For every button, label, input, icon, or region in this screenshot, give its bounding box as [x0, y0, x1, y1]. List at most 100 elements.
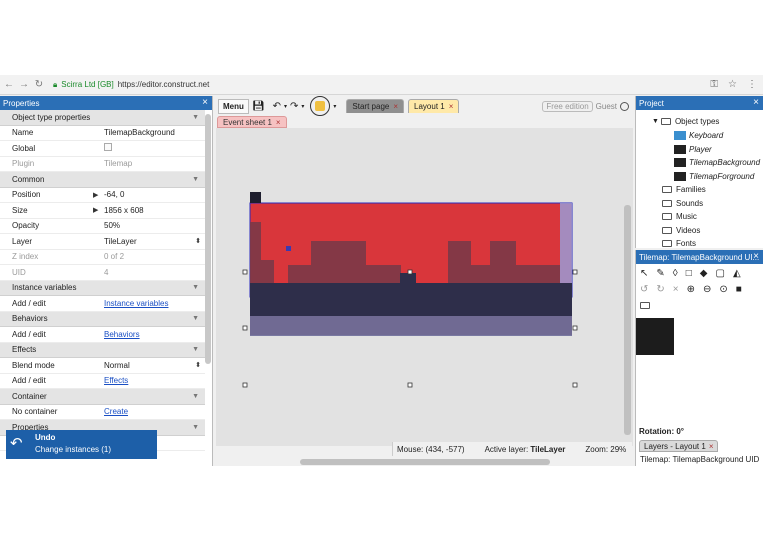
tree-object-types[interactable]: ▼ Object types	[652, 117, 719, 126]
select-arrow-icon[interactable]: ⬍	[195, 361, 201, 369]
pencil-icon[interactable]: ✎	[656, 268, 664, 279]
fill-icon[interactable]: ◆	[700, 268, 708, 279]
section-container[interactable]: Container ▼	[0, 389, 205, 405]
property-row-effects: Add / edit Effects	[0, 374, 205, 389]
layout-canvas[interactable]	[216, 128, 633, 446]
tree-item-tilemap-forground[interactable]: TilemapForground	[674, 172, 754, 181]
redo-icon[interactable]: ↷	[290, 98, 298, 114]
close-icon[interactable]: ×	[753, 97, 759, 108]
zoom-out-icon[interactable]: ⊖	[703, 284, 711, 295]
collapse-icon[interactable]: ▼	[652, 118, 659, 125]
properties-scrollbar[interactable]	[205, 114, 211, 364]
create-container-link[interactable]: Create	[100, 407, 205, 416]
tree-fonts[interactable]: Fonts	[662, 239, 696, 248]
property-value[interactable]: TilemapBackground	[100, 128, 205, 137]
section-effects[interactable]: Effects ▼	[0, 342, 205, 358]
property-value[interactable]: 1856 x 608	[100, 206, 205, 215]
key-icon[interactable]: ⚿	[710, 79, 718, 90]
close-icon[interactable]: ×	[202, 97, 208, 108]
property-value[interactable]: -64, 0	[100, 190, 205, 199]
zoom-reset-icon[interactable]: ⊙	[719, 284, 727, 295]
address-bar[interactable]: 🔒︎ Scirra Ltd [GB] https://editor.constr…	[53, 80, 209, 90]
section-behaviors[interactable]: Behaviors ▼	[0, 311, 205, 327]
close-tab-icon[interactable]: ×	[709, 442, 714, 451]
tab-layers-layout-1[interactable]: Layers - Layout 1 ×	[639, 440, 719, 452]
folder-icon[interactable]	[640, 302, 654, 311]
folder-icon	[662, 240, 672, 247]
property-key: Add / edit	[12, 376, 46, 386]
layer-select[interactable]: TileLayer	[100, 237, 205, 246]
reload-icon[interactable]: ↻	[33, 79, 45, 90]
behaviors-link[interactable]: Behaviors	[100, 330, 205, 339]
user-icon[interactable]	[620, 101, 629, 111]
undo-icon[interactable]: ↶	[273, 98, 281, 114]
eraser-icon[interactable]: ◊	[673, 268, 678, 279]
property-key: UID	[12, 267, 26, 277]
preview-dropdown-icon[interactable]: ▾	[333, 98, 336, 114]
canvas-horizontal-scrollbar[interactable]	[300, 459, 550, 465]
tree-music[interactable]: Music	[662, 212, 697, 221]
pointer-icon[interactable]: ↖	[640, 268, 648, 279]
guest-label[interactable]: Guest	[596, 102, 617, 111]
close-tab-icon[interactable]: ×	[276, 118, 281, 127]
tree-item-tilemap-background[interactable]: TilemapBackground	[674, 158, 760, 167]
save-icon[interactable]: 💾︎	[252, 98, 265, 114]
expand-arrow-icon[interactable]: ▶	[93, 191, 98, 199]
free-edition-badge[interactable]: Free edition	[542, 100, 593, 112]
section-label: Common	[12, 174, 45, 184]
close-tab-icon[interactable]: ×	[449, 102, 454, 111]
effects-link[interactable]: Effects	[100, 376, 205, 385]
tree-item-player[interactable]: Player	[674, 145, 712, 154]
blend-mode-select[interactable]: Normal	[100, 361, 205, 370]
tree-families[interactable]: Families	[662, 185, 706, 194]
property-row-size[interactable]: Size ▶ 1856 x 608	[0, 203, 205, 219]
tileset-preview[interactable]	[636, 318, 674, 355]
save-icon[interactable]: ■	[736, 284, 742, 295]
tree-sounds[interactable]: Sounds	[662, 199, 703, 208]
expand-arrow-icon[interactable]: ▶	[93, 206, 98, 214]
canvas-vertical-scrollbar[interactable]	[624, 205, 631, 435]
tree-videos[interactable]: Videos	[662, 226, 700, 235]
property-row-global[interactable]: Global	[0, 141, 205, 157]
rotate-ccw-icon[interactable]: ↺	[640, 284, 648, 295]
select-arrow-icon[interactable]: ⬍	[195, 237, 201, 245]
property-row-opacity[interactable]: Opacity 50%	[0, 219, 205, 234]
section-common[interactable]: Common ▼	[0, 172, 205, 188]
tree-item-keyboard[interactable]: Keyboard	[674, 131, 723, 140]
property-row-container: No container Create	[0, 405, 205, 420]
global-checkbox[interactable]	[104, 143, 112, 152]
star-icon[interactable]: ☆	[728, 79, 737, 90]
tilemap-title: Tilemap: TilemapBackground UI...	[639, 252, 760, 262]
player-sprite[interactable]	[286, 246, 291, 251]
property-row-layer[interactable]: Layer TileLayer ⬍	[0, 234, 205, 250]
back-icon[interactable]: ←	[3, 79, 15, 90]
clear-icon[interactable]: ×	[673, 284, 679, 295]
property-row-uid: UID 4	[0, 265, 205, 281]
preview-button[interactable]	[310, 96, 331, 116]
tile-icon[interactable]: ▢	[715, 268, 724, 279]
undo-dropdown-icon[interactable]: ▾	[284, 98, 287, 114]
close-icon[interactable]: ×	[753, 251, 759, 262]
tab-event-sheet-1[interactable]: Event sheet 1 ×	[217, 116, 287, 128]
zoom-in-icon[interactable]: ⊕	[687, 284, 695, 295]
close-tab-icon[interactable]: ×	[393, 102, 398, 111]
section-object-type-properties[interactable]: Object type properties ▼	[0, 110, 205, 126]
redo-dropdown-icon[interactable]: ▾	[301, 98, 304, 114]
property-row-position[interactable]: Position ▶ -64, 0	[0, 188, 205, 203]
instance-variables-link[interactable]: Instance variables	[100, 299, 205, 308]
rotation-readout: Rotation: 0°	[639, 427, 684, 436]
more-icon[interactable]: ⋮	[747, 79, 757, 90]
menu-button[interactable]: Menu	[218, 98, 249, 114]
rectangle-icon[interactable]: □	[686, 268, 692, 279]
tab-start-page[interactable]: Start page ×	[346, 99, 405, 113]
property-value[interactable]: 50%	[100, 221, 205, 230]
rotate-cw-icon[interactable]: ↻	[656, 284, 664, 295]
undo-toast[interactable]: ↶ Undo Change instances (1)	[6, 430, 157, 459]
tab-layout-1[interactable]: Layout 1 ×	[408, 99, 460, 113]
property-row-blend-mode[interactable]: Blend mode Normal ⬍	[0, 358, 205, 374]
property-row-name[interactable]: Name TilemapBackground	[0, 126, 205, 141]
forward-icon[interactable]: →	[18, 79, 30, 90]
layout-view[interactable]	[216, 128, 633, 446]
section-instance-variables[interactable]: Instance variables ▼	[0, 280, 205, 296]
mirror-icon[interactable]: ◭	[733, 268, 741, 279]
